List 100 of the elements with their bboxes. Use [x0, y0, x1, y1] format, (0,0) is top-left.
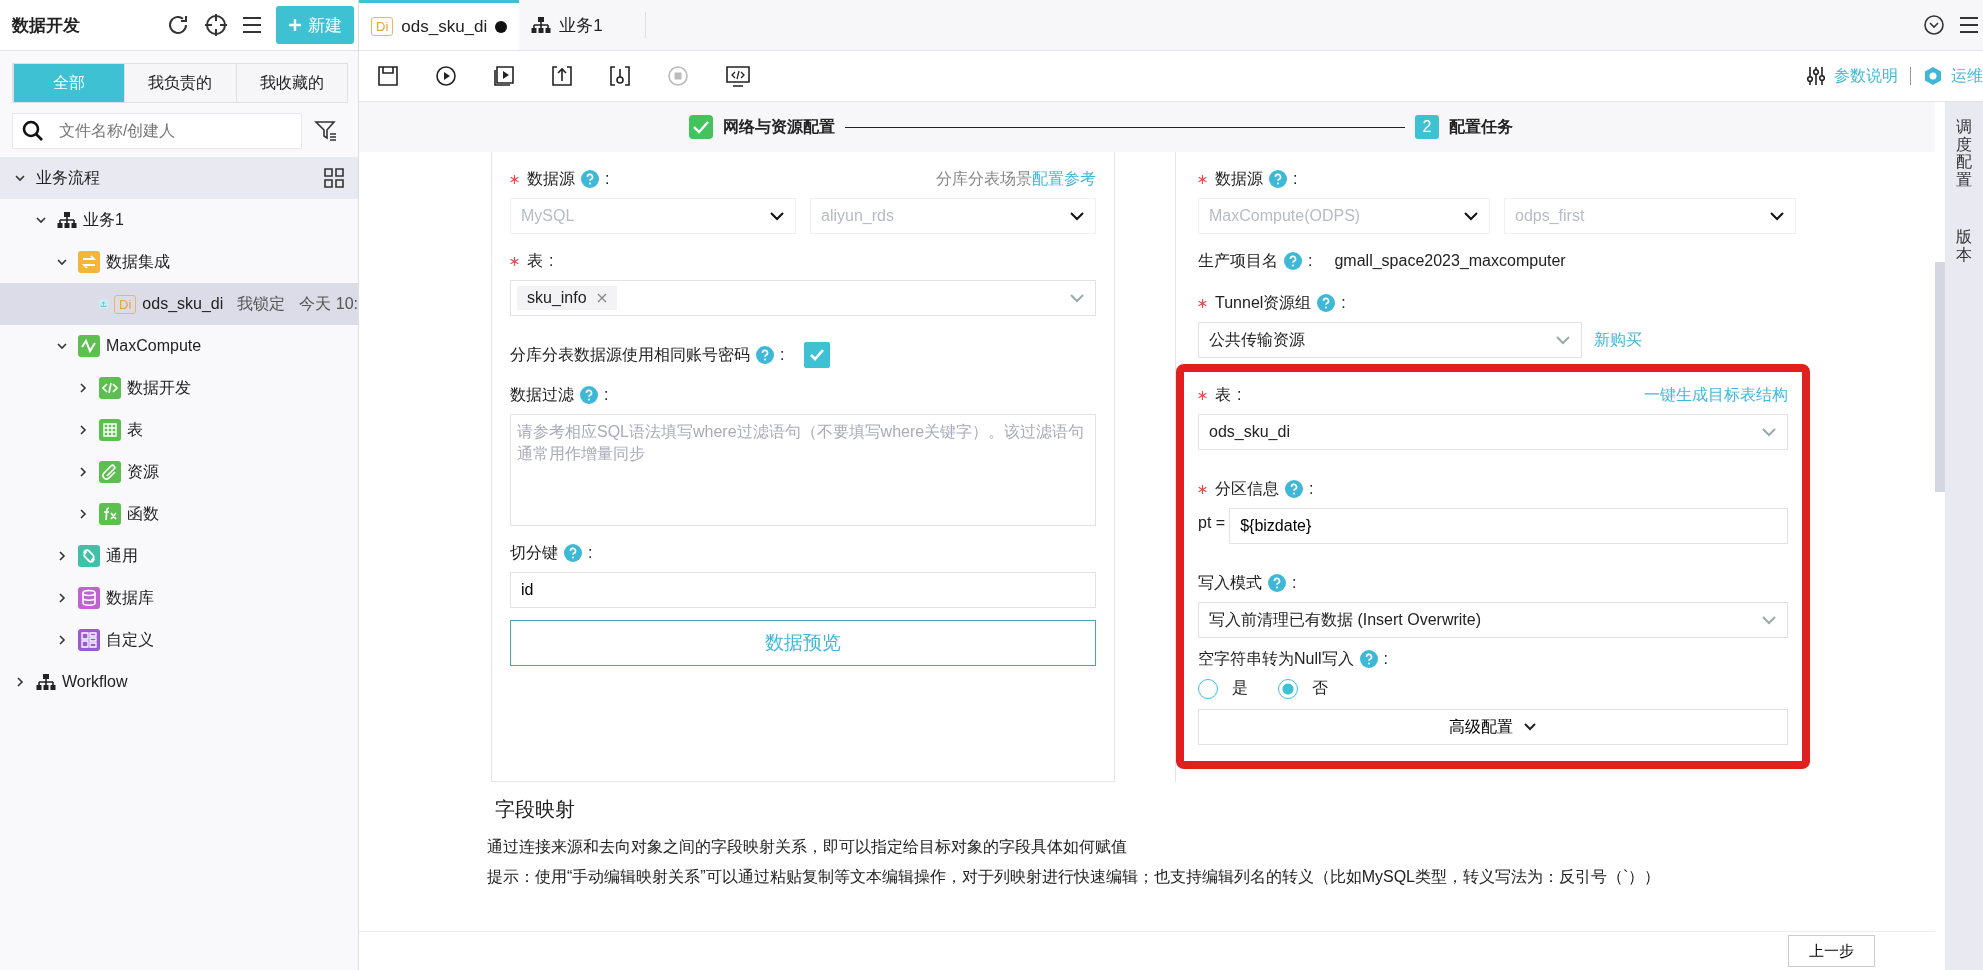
tree-item[interactable]: 数据集成 — [0, 241, 358, 283]
label-colon: : — [780, 346, 785, 364]
grid-icon[interactable] — [324, 168, 344, 188]
tree-item[interactable]: 业务流程 — [0, 157, 358, 199]
split-key-input[interactable]: id — [510, 572, 1096, 608]
menu-icon[interactable] — [242, 16, 262, 34]
tree-item[interactable]: Workflow — [0, 661, 358, 703]
locate-icon[interactable] — [204, 13, 228, 37]
hint-text: 提示：使用“手动编辑映射关系”可以通过粘贴复制等文本编辑操作，对于列映射进行快速编辑；也支持编辑列名的转义（比如MySQL类型，转义写法为：反引号（`）） — [487, 867, 1662, 887]
chevron-right-icon[interactable] — [56, 634, 68, 646]
refresh-icon[interactable] — [166, 13, 190, 37]
label-colon: : — [1341, 294, 1346, 312]
label-colon: : — [1308, 252, 1313, 270]
chevron-right-icon[interactable] — [56, 592, 68, 604]
tree-label: 业务1 — [83, 209, 124, 230]
hierarchy-icon — [57, 211, 77, 229]
field-label: 空字符串转为Null写入 — [1198, 648, 1354, 669]
label-colon: : — [549, 252, 554, 270]
sliders-icon[interactable] — [1806, 66, 1826, 86]
close-icon[interactable] — [596, 293, 607, 303]
search-field[interactable]: 文件名称/创建人 — [12, 113, 302, 149]
field-label: Tunnel资源组 — [1215, 292, 1312, 313]
chevron-right-icon[interactable] — [77, 424, 89, 436]
tree-item[interactable]: 数据开发 — [0, 367, 358, 409]
tree-label: ods_sku_di — [142, 295, 224, 313]
chevron-down-icon[interactable] — [56, 340, 68, 352]
chevron-down-icon — [1463, 211, 1479, 221]
chevron-down-icon — [769, 211, 785, 221]
label-colon: : — [588, 544, 593, 562]
menu-icon[interactable] — [1959, 16, 1979, 34]
tree-item[interactable]: 业务1 — [0, 199, 358, 241]
tree-item[interactable]: MaxCompute — [0, 325, 358, 367]
side-tab[interactable]: 调度配置 — [1956, 118, 1972, 189]
chevron-down-icon — [1769, 211, 1785, 221]
previous-button[interactable]: 上一步 — [1788, 935, 1875, 967]
filter-textarea[interactable]: 请参考相应SQL语法填写where过滤语句（不要填写where关键字）。该过滤语句通常用作增量同步 — [510, 414, 1096, 526]
key-icon[interactable] — [609, 65, 631, 87]
step-label: 网络与资源配置 — [723, 116, 835, 137]
table-select[interactable]: sku_info — [510, 280, 1096, 316]
chevron-down-icon[interactable] — [56, 256, 68, 268]
tree-item[interactable]: 表 — [0, 409, 358, 451]
section-title: 字段映射 — [494, 797, 576, 822]
integration-icon — [78, 251, 100, 273]
tree-label: 资源 — [127, 461, 159, 482]
select-field[interactable]: ods_sku_di — [1198, 414, 1788, 450]
field-label: 表 — [527, 250, 543, 271]
side-tab[interactable]: 版本 — [1956, 228, 1972, 264]
tree-item[interactable]: 函数 — [0, 493, 358, 535]
di-badge: Di — [371, 17, 394, 36]
partition-input[interactable]: ${bizdate} — [1229, 508, 1788, 544]
chevron-down-icon[interactable] — [35, 214, 47, 226]
select-field[interactable]: 公共传输资源 — [1198, 322, 1582, 358]
tree-label: MaxCompute — [106, 337, 202, 355]
radio-button[interactable] — [1278, 678, 1298, 699]
chevron-down-icon[interactable] — [14, 172, 26, 184]
scrollbar-thumb[interactable] — [1935, 262, 1945, 492]
chevron-circle-icon[interactable] — [1923, 14, 1945, 36]
field-label: 数据源 — [1215, 168, 1263, 189]
tree-label: 数据开发 — [127, 377, 191, 398]
tree-label: 业务流程 — [36, 167, 100, 188]
field-label: 写入模式 — [1198, 572, 1262, 593]
upload-icon[interactable] — [551, 65, 573, 87]
filter-icon[interactable] — [314, 119, 338, 143]
tree-label: 自定义 — [106, 629, 154, 650]
chevron-right-icon[interactable] — [77, 466, 89, 478]
step-number: 2 — [1415, 115, 1439, 139]
label-colon: : — [1293, 170, 1298, 188]
plus-icon — [288, 18, 302, 32]
chevron-right-icon[interactable] — [14, 676, 26, 688]
chevron-right-icon[interactable] — [77, 382, 89, 394]
hierarchy-icon — [36, 673, 56, 691]
modified-time: 今天 10: — [299, 293, 358, 314]
label-colon: : — [604, 386, 609, 404]
advanced-button[interactable]: 高级配置 — [1198, 709, 1788, 745]
code-icon[interactable] — [725, 65, 751, 87]
tree-item[interactable]: 数据库 — [0, 577, 358, 619]
checkbox[interactable] — [804, 342, 831, 368]
play-box-icon[interactable] — [493, 65, 515, 87]
select-field[interactable]: 写入前清理已有数据 (Insert Overwrite) — [1198, 602, 1788, 638]
radio-label: 否 — [1312, 678, 1328, 698]
table-tag[interactable]: sku_info — [517, 286, 617, 310]
field-label: 切分键 — [510, 542, 558, 563]
resource-icon — [99, 461, 121, 483]
run-icon[interactable] — [435, 65, 457, 87]
chevron-down-icon — [1069, 211, 1085, 221]
save-icon[interactable] — [377, 65, 399, 87]
editor-tab[interactable]: Di ods_sku_di — [359, 0, 520, 50]
database-icon — [78, 587, 100, 609]
chevron-right-icon[interactable] — [56, 550, 68, 562]
description-text: 通过连接来源和去向对象之间的字段映射关系，即可以指定给目标对象的字段具体如何赋值 — [487, 837, 1128, 857]
partition-key: pt = — [1198, 514, 1226, 532]
tree-label: 函数 — [127, 503, 159, 524]
hint-text: 分库分表场景 — [936, 169, 1032, 187]
tree-item[interactable]: Di ods_sku_di 我锁定 今天 10: — [0, 283, 358, 325]
tree-item[interactable]: 资源 — [0, 451, 358, 493]
tree-item[interactable]: 自定义 — [0, 619, 358, 661]
editor-tab[interactable]: 业务1 — [519, 0, 615, 50]
tree-item[interactable]: 通用 — [0, 535, 358, 577]
field-label: 生产项目名 — [1198, 250, 1278, 271]
chevron-right-icon[interactable] — [77, 508, 89, 520]
